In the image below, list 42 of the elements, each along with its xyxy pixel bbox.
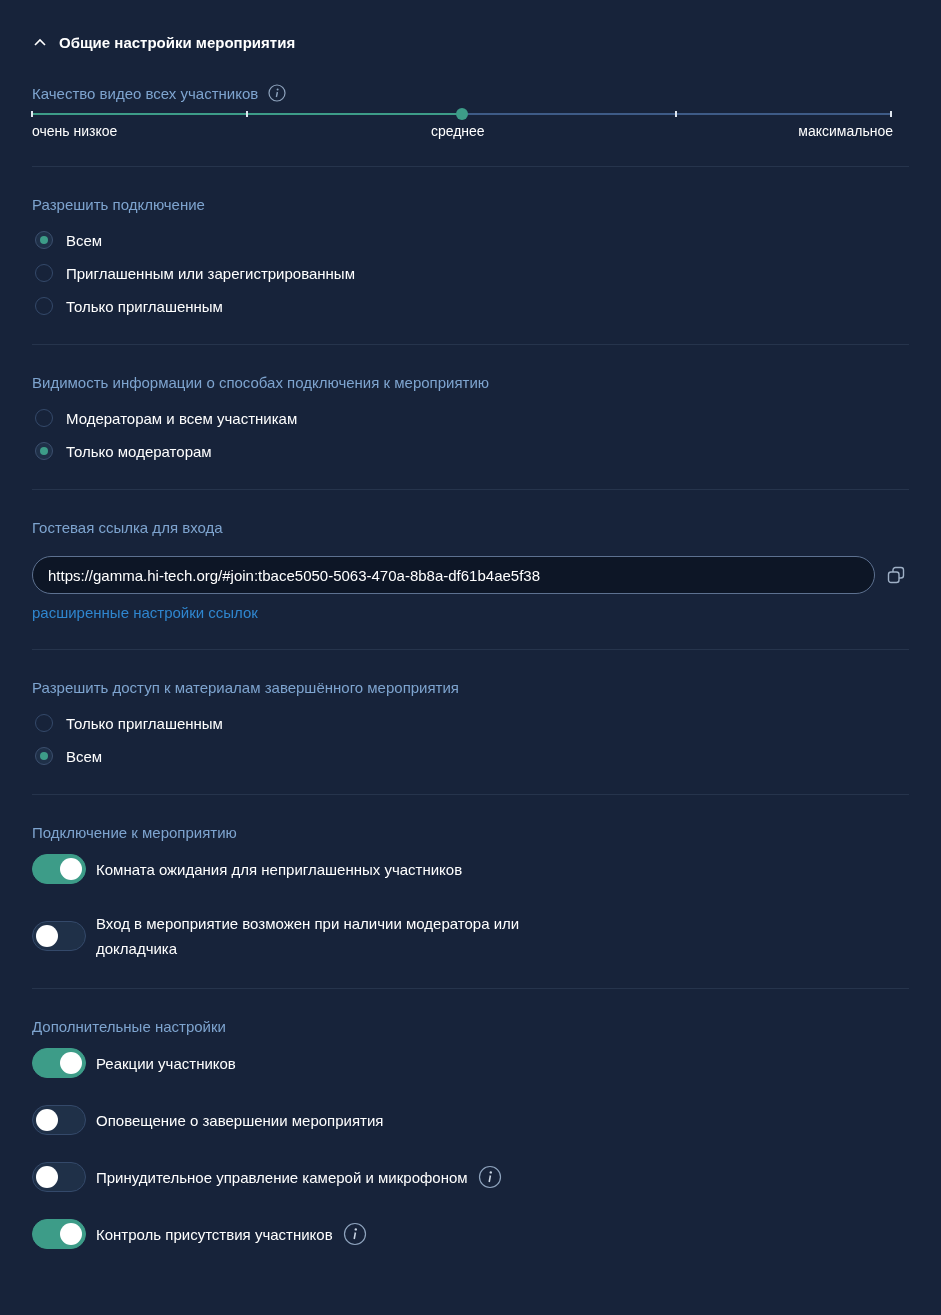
setting-title: Гостевая ссылка для входа bbox=[32, 518, 223, 536]
toggle-label: Комната ожидания для неприглашенных участников bbox=[96, 859, 463, 880]
toggle-label: Принудительное управление камерой и микрофоном bbox=[96, 1167, 468, 1188]
radio-label[interactable]: Модераторам и всем участникам bbox=[66, 409, 298, 427]
setting-title: Разрешить подключение bbox=[32, 195, 205, 213]
toggle-switch[interactable] bbox=[32, 1048, 86, 1078]
slider-thumb[interactable] bbox=[455, 108, 468, 120]
toggle-label: Контроль присутствия участников bbox=[96, 1224, 333, 1245]
link-field[interactable]: https://gamma.hi-tech.org/#join:tbace5050-5063-470a-8b8a-df61b4ae5f38 bbox=[32, 556, 875, 594]
setting-title: Качество видео всех участников bbox=[32, 84, 259, 102]
radio-label[interactable]: Только приглашенным bbox=[66, 297, 223, 315]
slider-track[interactable] bbox=[32, 108, 891, 120]
radio-label[interactable]: Только модераторам bbox=[66, 442, 212, 460]
toggle-label: Вход в мероприятие возможен при наличии модератора или докладчика bbox=[96, 914, 521, 959]
info-icon[interactable] bbox=[268, 84, 287, 102]
info-icon[interactable] bbox=[342, 1222, 367, 1246]
setting-title: Разрешить доступ к материалам завершённого мероприятия bbox=[32, 678, 459, 696]
radio-label[interactable]: Только приглашенным bbox=[66, 714, 223, 732]
info-icon[interactable] bbox=[477, 1165, 502, 1189]
toggle-switch[interactable] bbox=[32, 1219, 86, 1249]
chevron-icon[interactable] bbox=[34, 38, 46, 46]
setting-title: Подключение к мероприятию bbox=[32, 823, 237, 841]
toggle-label: Реакции участников bbox=[96, 1053, 236, 1074]
radio-button[interactable] bbox=[35, 747, 53, 765]
copy-icon[interactable] bbox=[887, 566, 905, 584]
toggle-switch[interactable] bbox=[32, 854, 86, 884]
radio-button[interactable] bbox=[35, 442, 53, 460]
advanced-link[interactable]: расширенные настройки ссылок bbox=[32, 604, 258, 621]
radio-label[interactable]: Всем bbox=[66, 231, 103, 249]
toggle-switch[interactable] bbox=[32, 1162, 86, 1192]
section-title: Общие настройки мероприятия bbox=[59, 33, 296, 51]
toggle-switch[interactable] bbox=[32, 1105, 86, 1135]
slider-label: среднее bbox=[430, 123, 485, 139]
setting-title: Видимость информации о способах подключения к мероприятию bbox=[32, 373, 490, 391]
radio-label[interactable]: Приглашенным или зарегистрированным bbox=[66, 264, 355, 282]
toggle-label: Оповещение о завершении мероприятия bbox=[96, 1110, 384, 1131]
slider-label: максимальное bbox=[798, 123, 893, 139]
slider-label: очень низкое bbox=[32, 123, 118, 139]
toggle-switch[interactable] bbox=[32, 921, 86, 951]
radio-label[interactable]: Всем bbox=[66, 747, 103, 765]
radio-button[interactable] bbox=[35, 231, 53, 249]
setting-title: Дополнительные настройки bbox=[32, 1017, 226, 1035]
